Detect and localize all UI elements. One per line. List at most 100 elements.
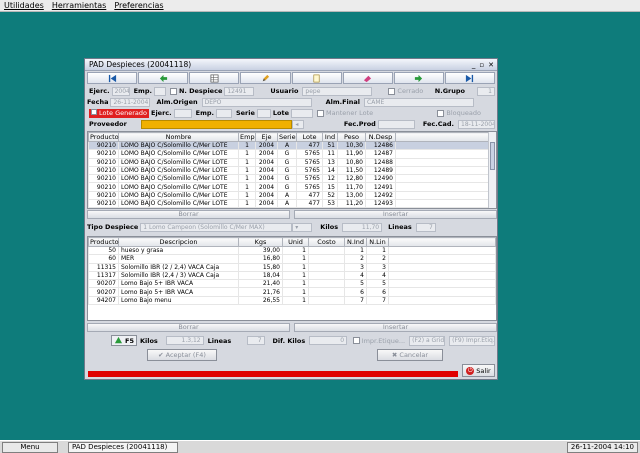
column-header[interactable]: Nombre bbox=[118, 132, 239, 142]
lineas-table-row[interactable]: 11315 Solomillo IBR (2 / 2,4) VACA Caja 15… bbox=[88, 262, 496, 272]
lotes-table-row[interactable]: 90210 LOMO BAJO C/Solomillo C/Mer LOTE 1 20… bbox=[88, 149, 496, 159]
fecprod-field[interactable] bbox=[377, 119, 415, 129]
insertar-button-2[interactable]: Insertar bbox=[294, 323, 497, 332]
impr-etiquetas-checkbox[interactable] bbox=[353, 337, 360, 344]
insertar-button-1[interactable]: Insertar bbox=[294, 210, 497, 219]
lotes-table-scrollbar[interactable] bbox=[488, 132, 496, 208]
minimize-icon[interactable]: _ bbox=[472, 61, 476, 69]
window-titlebar[interactable]: PAD Despieces (20041118) _ ▫ ✕ bbox=[85, 59, 497, 71]
column-header[interactable]: N.Ind bbox=[344, 237, 367, 247]
column-header[interactable]: Serie bbox=[277, 132, 297, 142]
proveedor-label: Proveedor bbox=[89, 120, 127, 128]
ejerc-label: Ejerc. bbox=[89, 87, 110, 95]
lineas-table-row[interactable]: 94207 Lomo Bajo menu 26,55 1 7 7 bbox=[88, 295, 496, 306]
column-header[interactable]: Descripcion bbox=[118, 237, 239, 247]
edit-button[interactable] bbox=[240, 72, 291, 84]
footer-lineas-field: 7 bbox=[247, 336, 265, 345]
column-header[interactable]: Costo bbox=[308, 237, 345, 247]
table-cell: Lomo Bajo 5+ IBR VACA bbox=[118, 287, 239, 297]
lote-generado-checkbox[interactable] bbox=[91, 108, 97, 115]
column-header[interactable]: Eje bbox=[255, 132, 278, 142]
lineas-table-row[interactable]: 11317 Solomillo IBR (2,4 / 3) VACA Caja 18… bbox=[88, 270, 496, 281]
first-arrow-icon bbox=[108, 74, 116, 82]
proveedor-field[interactable] bbox=[140, 119, 293, 129]
lotes-table-row[interactable]: 90210 LOMO BAJO C/Solomillo C/Mer LOTE 1 20… bbox=[88, 190, 496, 201]
menu-herramientas[interactable]: Herramientas bbox=[52, 1, 107, 10]
lote-field[interactable] bbox=[291, 108, 314, 118]
table-cell: 2004 bbox=[255, 149, 278, 159]
cerrado-checkbox[interactable] bbox=[388, 87, 396, 95]
lineas-table-row[interactable]: 60 MER 16,80 1 2 2 bbox=[88, 254, 496, 264]
maximize-icon[interactable]: ▫ bbox=[479, 61, 484, 69]
table-cell: 12492 bbox=[365, 190, 396, 201]
lotes-table-row[interactable]: 90210 LOMO BAJO C/Solomillo C/Mer LOTE 1 20… bbox=[88, 165, 496, 176]
lineas-table-row[interactable]: 50 hueso y grasa 39,00 1 1 1 bbox=[88, 245, 496, 256]
grid-view-button[interactable] bbox=[189, 72, 240, 84]
column-header[interactable]: Producto bbox=[88, 237, 119, 247]
lineas-table-row[interactable]: 90207 Lomo Bajo 5+ IBR VACA 21,76 1 6 6 bbox=[88, 287, 496, 297]
emp2-field[interactable] bbox=[215, 108, 232, 118]
aceptar-button[interactable]: ✔ Aceptar (F4) bbox=[147, 349, 217, 361]
column-header[interactable]: Kgs bbox=[238, 237, 283, 247]
emp-field[interactable] bbox=[153, 86, 166, 96]
close-icon[interactable]: ✕ bbox=[488, 61, 494, 69]
first-record-button[interactable] bbox=[87, 72, 138, 84]
column-header[interactable]: Producto bbox=[88, 132, 119, 142]
menu-preferencias[interactable]: Preferencias bbox=[114, 1, 163, 10]
column-header[interactable]: N.Lin bbox=[366, 237, 389, 247]
ejerc2-label: Ejerc. bbox=[151, 109, 172, 117]
almfinal-select[interactable]: CAME bbox=[364, 97, 475, 107]
column-header[interactable]: N.Desp bbox=[365, 132, 396, 142]
check-icon: ✔ bbox=[158, 351, 166, 359]
taskbar-window-button[interactable]: PAD Despieces (20041118) bbox=[68, 441, 178, 453]
previous-record-button[interactable] bbox=[138, 72, 189, 84]
serie-field[interactable] bbox=[256, 108, 271, 118]
ndespiece-checkbox[interactable] bbox=[169, 87, 177, 95]
column-header[interactable]: Peso bbox=[337, 132, 366, 142]
lineas-field[interactable]: 7 bbox=[415, 222, 436, 232]
lotes-table-row[interactable]: 90210 LOMO BAJO C/Solomillo C/Mer LOTE 1 20… bbox=[88, 157, 496, 167]
mantener-lote-checkbox[interactable] bbox=[317, 109, 325, 117]
ngrupo-field[interactable]: 1 bbox=[477, 86, 495, 96]
start-menu-button[interactable]: Menu bbox=[2, 441, 58, 453]
kilos-field[interactable]: 11,70 bbox=[342, 222, 383, 232]
proveedor-dropdown-icon[interactable]: ◂ bbox=[292, 119, 304, 129]
bloqueado-checkbox[interactable] bbox=[437, 109, 445, 117]
f5-button[interactable]: F5 bbox=[111, 335, 137, 346]
borrar-button-1[interactable]: Borrar bbox=[87, 210, 290, 219]
scrollbar-thumb[interactable] bbox=[490, 142, 495, 170]
salir-button[interactable]: ⏻ Salir bbox=[462, 364, 495, 377]
feccad-field[interactable]: 18-11-2004 bbox=[458, 119, 495, 129]
lotes-table-row[interactable]: 90210 LOMO BAJO C/Solomillo C/Mer LOTE 1 20… bbox=[88, 140, 496, 151]
column-header[interactable]: Ind bbox=[322, 132, 338, 142]
new-document-button[interactable] bbox=[291, 72, 342, 84]
column-header[interactable]: Unid bbox=[282, 237, 309, 247]
table-cell: 1 bbox=[282, 279, 309, 289]
cancelar-button[interactable]: ✖ Cancelar bbox=[377, 349, 443, 361]
delete-button[interactable] bbox=[342, 72, 393, 84]
column-header[interactable]: Emp bbox=[238, 132, 256, 142]
f9-impr-button[interactable]: (F9) Impr.Etiq. bbox=[449, 335, 496, 346]
window-title: PAD Despieces (20041118) bbox=[89, 60, 192, 69]
menu-utilidades[interactable]: Utilidades bbox=[4, 1, 44, 10]
f2-grid-button[interactable]: (F2) a Grid bbox=[409, 335, 446, 346]
table-cell: Solomillo IBR (2 / 2,4) VACA Caja bbox=[118, 262, 239, 272]
ejerc-field[interactable]: 2004 bbox=[111, 86, 130, 96]
lotes-table-row[interactable]: 90210 LOMO BAJO C/Solomillo C/Mer LOTE 1 20… bbox=[88, 182, 496, 192]
last-record-button[interactable] bbox=[444, 72, 495, 84]
tipo-despiece-select[interactable]: 1 Lomo Campeon (Solomillo C/Mer MAX) bbox=[140, 222, 293, 232]
next-record-button[interactable] bbox=[393, 72, 444, 84]
table-cell: LOMO BAJO C/Solomillo C/Mer LOTE bbox=[118, 182, 239, 192]
borrar-button-2[interactable]: Borrar bbox=[87, 323, 290, 332]
lineas-table-row[interactable]: 90207 Lomo Bajo 5+ IBR VACA 21,40 1 5 5 bbox=[88, 279, 496, 289]
tipo-despiece-dropdown-icon[interactable]: ▾ bbox=[292, 222, 313, 232]
table-cell: 90210 bbox=[88, 190, 119, 201]
ejerc2-field[interactable] bbox=[173, 108, 192, 118]
lotes-table-row[interactable]: 90210 LOMO BAJO C/Solomillo C/Mer LOTE 1 20… bbox=[88, 199, 496, 208]
usuario-field[interactable]: pepe bbox=[302, 86, 373, 96]
column-header[interactable]: Lote bbox=[296, 132, 323, 142]
ndespiece-field[interactable]: 12491 bbox=[224, 86, 255, 96]
almorigen-select[interactable]: DEPO bbox=[201, 97, 312, 107]
lotes-table-row[interactable]: 90210 LOMO BAJO C/Solomillo C/Mer LOTE 1 20… bbox=[88, 174, 496, 184]
fecha-field[interactable]: 26-11-2004 bbox=[110, 97, 151, 107]
